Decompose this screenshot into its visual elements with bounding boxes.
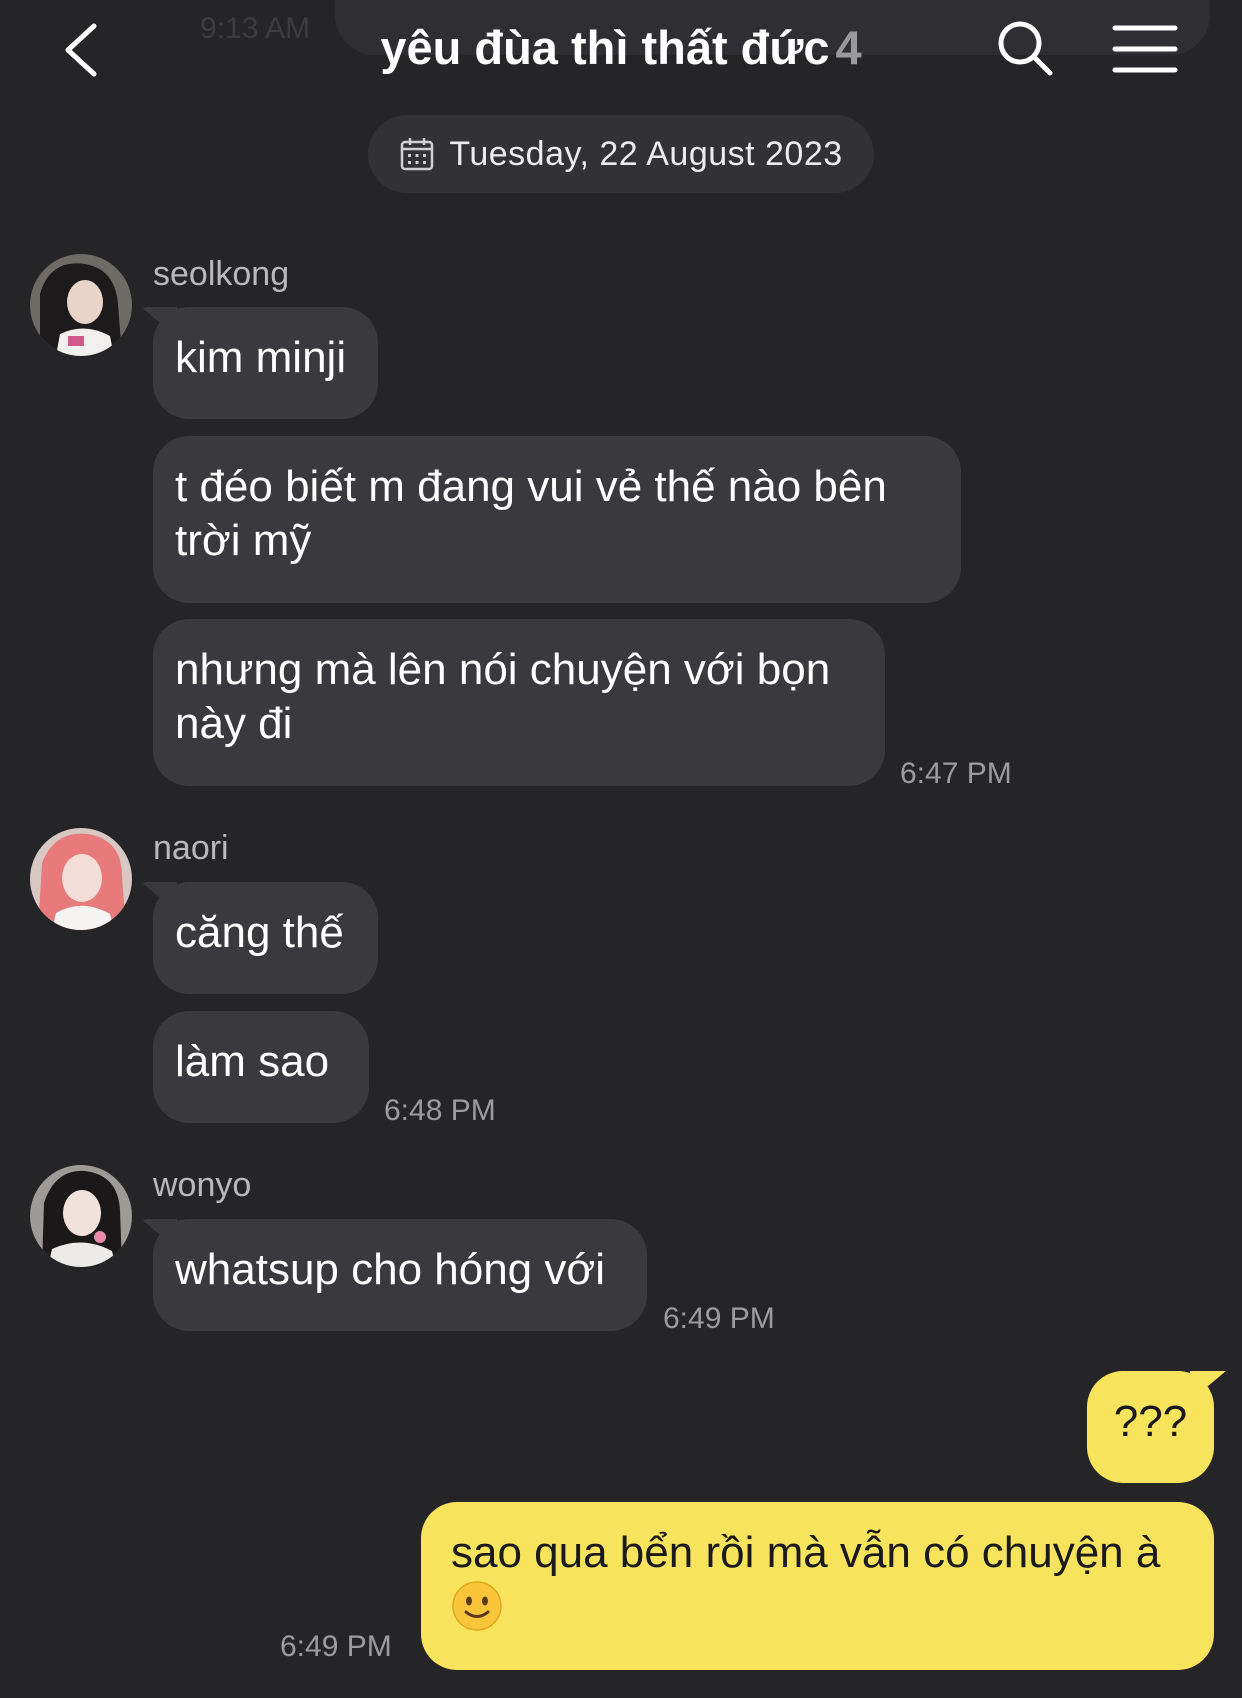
message-timestamp: 6:49 PM	[280, 1630, 392, 1663]
date-divider-label: Tuesday, 22 August 2023	[449, 134, 843, 173]
calendar-icon	[401, 138, 434, 171]
slightly-smiling-face-icon	[452, 1581, 502, 1631]
message-text: ???	[1113, 1397, 1188, 1446]
message-text: sao qua bển rồi mà vẫn có chuyện à	[451, 1528, 1161, 1577]
message-timestamp: 6:49 PM	[663, 1302, 775, 1335]
my-message-bubble[interactable]: sao qua bển rồi mà vẫn có chuyện à	[421, 1502, 1214, 1670]
message-text: whatsup cho hóng với	[175, 1245, 606, 1294]
search-button[interactable]	[995, 18, 1055, 78]
hamburger-menu-icon	[1112, 25, 1178, 73]
message-text: t đéo biết m đang vui vẻ thế nào bên trờ…	[175, 462, 887, 565]
avatar-seolkong[interactable]	[30, 254, 132, 356]
chat-title-text: yêu đùa thì thất đức	[380, 21, 830, 74]
menu-button[interactable]	[1112, 22, 1178, 76]
chat-screen: 9:13 AM yêu đùa thì thất đức 4 Tuesday, …	[0, 0, 1242, 1698]
avatar-naori[interactable]	[30, 828, 132, 930]
message-text: nhưng mà lên nói chuyện với bọn này đi	[175, 645, 831, 748]
sender-name-naori: naori	[153, 829, 229, 867]
message-bubble[interactable]: t đéo biết m đang vui vẻ thế nào bên trờ…	[153, 436, 961, 603]
chat-title: yêu đùa thì thất đức 4	[0, 20, 1242, 75]
date-divider: Tuesday, 22 August 2023	[368, 115, 874, 193]
my-message-bubble[interactable]: ???	[1087, 1371, 1214, 1483]
avatar-wonyo[interactable]	[30, 1165, 132, 1267]
avatar-image	[30, 1165, 132, 1267]
message-bubble[interactable]: kim minji	[153, 307, 378, 419]
message-timestamp: 6:47 PM	[900, 757, 1012, 790]
message-timestamp: 6:48 PM	[384, 1094, 496, 1127]
message-bubble[interactable]: whatsup cho hóng với	[153, 1219, 647, 1331]
avatar-image	[30, 254, 132, 356]
sender-name-wonyo: wonyo	[153, 1166, 252, 1204]
sender-name-seolkong: seolkong	[153, 255, 290, 293]
search-icon	[998, 21, 1053, 76]
message-bubble[interactable]: nhưng mà lên nói chuyện với bọn này đi	[153, 619, 885, 786]
message-text: làm sao	[175, 1037, 330, 1086]
message-text: kim minji	[175, 333, 347, 382]
message-bubble[interactable]: làm sao	[153, 1011, 369, 1123]
avatar-image	[30, 828, 132, 930]
message-text: căng thế	[175, 908, 344, 957]
member-count: 4	[835, 21, 862, 74]
message-bubble[interactable]: căng thế	[153, 882, 378, 994]
